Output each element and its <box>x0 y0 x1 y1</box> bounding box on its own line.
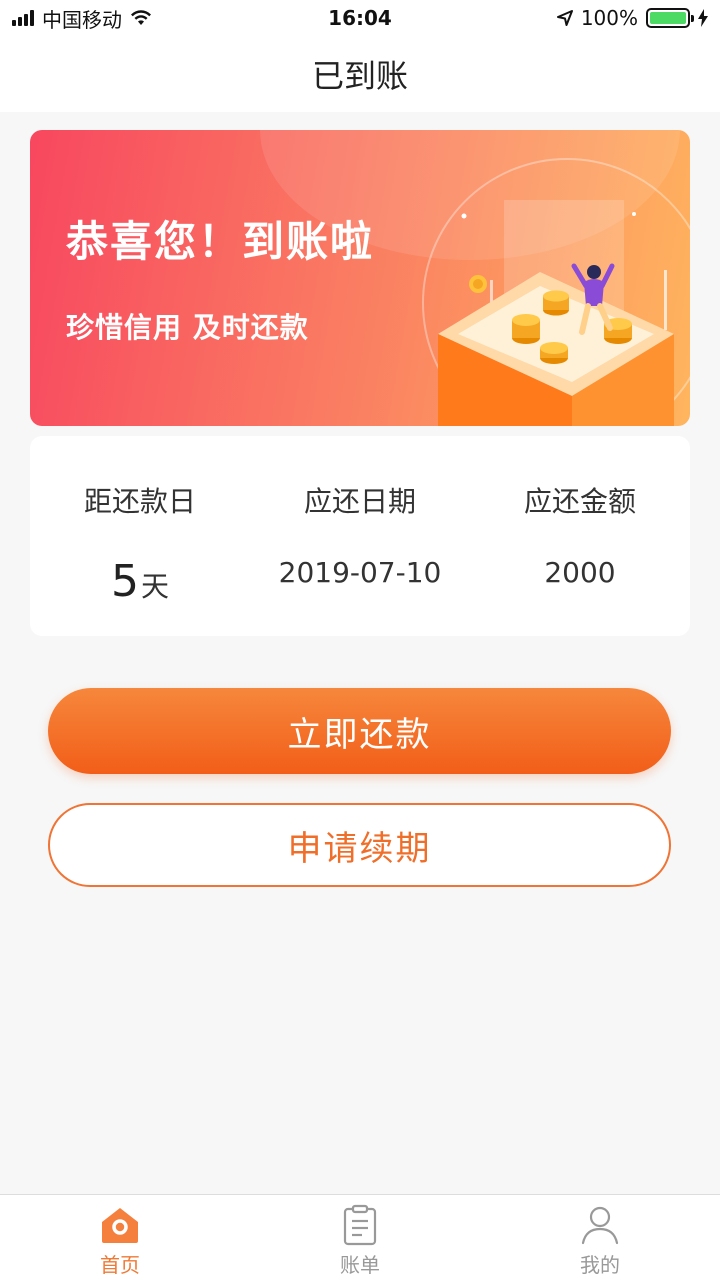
home-icon <box>102 1208 138 1243</box>
due-date-label: 应还日期 <box>303 485 416 518</box>
success-banner: 恭喜您！到账啦 珍惜信用 及时还款 <box>30 130 690 426</box>
banner-title: 恭喜您！到账啦 <box>66 217 375 266</box>
due-date-value: 2019-07-10 <box>278 556 442 589</box>
days-value: 5 天 <box>111 556 169 612</box>
due-amount-value: 2000 <box>544 556 616 589</box>
repay-now-button[interactable]: 立即还款 <box>48 688 671 774</box>
due-date: 应还日期 2019-07-10 <box>250 436 470 636</box>
days-unit: 天 <box>140 570 169 603</box>
tab-mine[interactable]: 我的 <box>480 1195 720 1280</box>
due-amount-label: 应还金额 <box>523 485 636 518</box>
repayment-info-card: 距还款日 5 天 应还日期 2019-07-10 应还金额 2000 <box>30 436 690 636</box>
banner-subtitle: 珍惜信用 及时还款 <box>66 311 309 344</box>
nav-bar: 已到账 <box>0 36 720 112</box>
days-number: 5 <box>110 556 139 607</box>
tab-home-label: 首页 <box>100 1253 140 1277</box>
charging-bolt-icon <box>698 9 708 27</box>
user-icon <box>581 1206 619 1245</box>
tab-bill[interactable]: 账单 <box>240 1195 480 1280</box>
carrier-name: 中国移动 <box>42 7 122 32</box>
bill-icon <box>343 1204 377 1246</box>
due-amount: 应还金额 2000 <box>470 436 690 636</box>
location-arrow-icon <box>556 10 573 26</box>
tab-bill-label: 账单 <box>340 1253 380 1277</box>
status-bar: 中国移动 16:04 100% <box>0 0 720 36</box>
status-right: 100% <box>556 6 708 30</box>
battery-level <box>650 12 686 24</box>
days-label: 距还款日 <box>83 485 196 518</box>
battery-percent: 100% <box>580 6 638 30</box>
tab-mine-label: 我的 <box>580 1253 620 1277</box>
tab-home[interactable]: 首页 <box>0 1195 240 1280</box>
tab-bar: 首页 账单 我的 <box>0 1194 720 1280</box>
coins-podium-illustration <box>438 200 674 426</box>
battery-icon <box>646 8 694 28</box>
page-title: 已到账 <box>311 57 408 95</box>
days-until-due: 距还款日 5 天 <box>30 436 250 636</box>
signal-icon <box>12 10 34 26</box>
status-left: 中国移动 <box>12 4 152 33</box>
wifi-icon <box>131 10 151 25</box>
apply-renewal-button[interactable]: 申请续期 <box>48 803 671 887</box>
